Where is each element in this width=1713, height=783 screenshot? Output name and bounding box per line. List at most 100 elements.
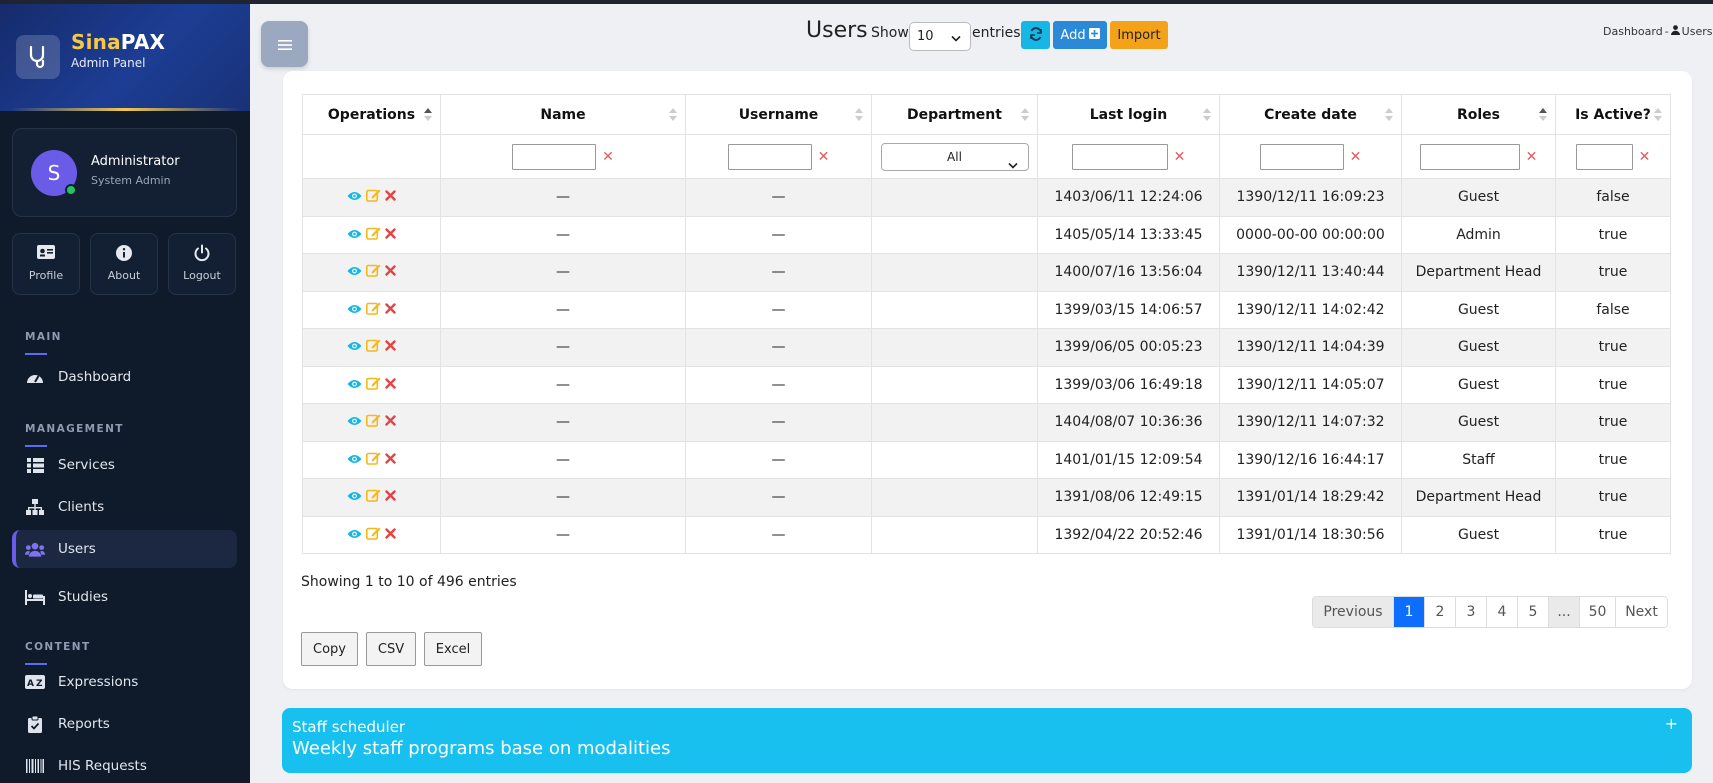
sidebar-item-reports[interactable]: Reports <box>12 705 237 743</box>
delete-icon[interactable] <box>385 189 396 205</box>
delete-icon[interactable] <box>385 227 396 243</box>
view-icon[interactable] <box>347 302 362 318</box>
table-row: — — 1399/06/05 00:05:23 1390/12/11 14:04:39… <box>302 328 1671 367</box>
view-icon[interactable] <box>347 452 362 468</box>
cell-role: Guest <box>1401 290 1556 329</box>
delete-icon[interactable] <box>385 414 396 430</box>
copy-button[interactable]: Copy <box>301 632 358 666</box>
table-row: — — 1405/05/14 13:33:45 0000-00-00 00:00:00… <box>302 215 1671 254</box>
clear-filter-icon[interactable]: ✕ <box>1350 149 1362 165</box>
sidebar-toggle-button[interactable] <box>261 21 308 67</box>
column-header-label: Department <box>907 106 1002 123</box>
sidebar-item-users[interactable]: Users <box>12 530 237 568</box>
clear-filter-icon[interactable]: ✕ <box>602 149 614 165</box>
column-header-create-date[interactable]: Create date <box>1219 94 1402 135</box>
sidebar-item-services[interactable]: Services <box>12 446 237 484</box>
edit-icon[interactable] <box>366 413 381 431</box>
pagination-page-2[interactable]: 2 <box>1424 597 1455 627</box>
table-row: — — 1392/04/22 20:52:46 1391/01/14 18:30:56… <box>302 515 1671 554</box>
sidebar-item-expressions[interactable]: AZ Expressions <box>12 663 237 701</box>
logout-button[interactable]: Logout <box>168 233 236 295</box>
department-filter-value: All <box>947 149 962 164</box>
view-icon[interactable] <box>347 339 362 355</box>
sidebar: SinaPAX Admin Panel S Administrator Syst… <box>0 4 250 783</box>
delete-icon[interactable] <box>385 264 396 280</box>
sidebar-item-studies[interactable]: Studies <box>12 578 237 616</box>
add-user-button[interactable]: Add <box>1053 21 1107 49</box>
column-header-username[interactable]: Username <box>685 94 872 135</box>
column-header-last-login[interactable]: Last login <box>1037 94 1220 135</box>
column-header-operations[interactable]: Operations <box>302 94 441 135</box>
pagination-previous[interactable]: Previous <box>1313 597 1393 627</box>
csv-button[interactable]: CSV <box>366 632 416 666</box>
edit-icon[interactable] <box>366 526 381 544</box>
brand-name[interactable]: SinaPAX <box>71 30 165 54</box>
edit-icon[interactable] <box>366 226 381 244</box>
page-length-select[interactable]: 10 <box>909 22 971 51</box>
delete-icon[interactable] <box>385 377 396 393</box>
view-icon[interactable] <box>347 264 362 280</box>
sort-icon <box>855 108 863 125</box>
breadcrumb-separator: - <box>1664 25 1669 38</box>
column-header-name[interactable]: Name <box>440 94 686 135</box>
pagination-page-1[interactable]: 1 <box>1393 597 1424 627</box>
cell-department <box>871 290 1038 329</box>
create-date-filter-input[interactable] <box>1259 143 1344 170</box>
delete-icon[interactable] <box>385 339 396 355</box>
column-header-is-active[interactable]: Is Active? <box>1555 94 1671 135</box>
cell-name: — <box>440 403 686 442</box>
last-login-filter-input[interactable] <box>1071 143 1168 170</box>
username-filter-input[interactable] <box>727 143 812 170</box>
clear-filter-icon[interactable]: ✕ <box>1526 149 1538 165</box>
delete-icon[interactable] <box>385 489 396 505</box>
edit-icon[interactable] <box>366 338 381 356</box>
refresh-button[interactable] <box>1021 21 1050 49</box>
import-button[interactable]: Import <box>1110 21 1168 49</box>
cell-last-login: 1399/03/15 14:06:57 <box>1037 290 1220 329</box>
column-header-department[interactable]: Department <box>871 94 1038 135</box>
table-row: — — 1391/08/06 12:49:15 1391/01/14 18:29:42… <box>302 478 1671 517</box>
pagination-page-5[interactable]: 5 <box>1517 597 1548 627</box>
pagination-page-last[interactable]: 50 <box>1579 597 1615 627</box>
staff-scheduler-panel[interactable]: Staff scheduler Weekly staff programs ba… <box>282 708 1692 773</box>
pagination-page-3[interactable]: 3 <box>1455 597 1486 627</box>
cell-active: true <box>1555 328 1671 367</box>
clear-filter-icon[interactable]: ✕ <box>1639 149 1651 165</box>
roles-filter-input[interactable] <box>1419 143 1520 170</box>
view-icon[interactable] <box>347 489 362 505</box>
view-icon[interactable] <box>347 414 362 430</box>
view-icon[interactable] <box>347 189 362 205</box>
sidebar-item-clients[interactable]: Clients <box>12 488 237 526</box>
view-icon[interactable] <box>347 527 362 543</box>
view-icon[interactable] <box>347 377 362 393</box>
edit-icon[interactable] <box>366 188 381 206</box>
breadcrumb-home[interactable]: Dashboard <box>1603 25 1663 38</box>
excel-button[interactable]: Excel <box>424 632 482 666</box>
table-row: — — 1399/03/06 16:49:18 1390/12/11 14:05:07… <box>302 365 1671 404</box>
section-main: MAIN <box>25 331 62 343</box>
cell-create-date: 1390/12/11 14:05:07 <box>1219 365 1402 404</box>
name-filter-input[interactable] <box>512 143 597 170</box>
stethoscope-icon[interactable] <box>16 35 60 79</box>
expand-icon[interactable]: + <box>1665 714 1678 733</box>
column-header-roles[interactable]: Roles <box>1401 94 1556 135</box>
is-active-filter-input[interactable] <box>1575 143 1633 170</box>
profile-button[interactable]: Profile <box>12 233 80 295</box>
edit-icon[interactable] <box>366 376 381 394</box>
sidebar-item-his-requests[interactable]: HIS Requests <box>12 747 237 783</box>
pagination-next[interactable]: Next <box>1615 597 1667 627</box>
department-filter-select[interactable]: All <box>880 142 1029 171</box>
clear-filter-icon[interactable]: ✕ <box>818 149 830 165</box>
pagination-page-4[interactable]: 4 <box>1486 597 1517 627</box>
edit-icon[interactable] <box>366 451 381 469</box>
view-icon[interactable] <box>347 227 362 243</box>
clear-filter-icon[interactable]: ✕ <box>1174 149 1186 165</box>
delete-icon[interactable] <box>385 452 396 468</box>
delete-icon[interactable] <box>385 527 396 543</box>
edit-icon[interactable] <box>366 301 381 319</box>
edit-icon[interactable] <box>366 263 381 281</box>
sidebar-item-dashboard[interactable]: Dashboard <box>12 358 237 396</box>
delete-icon[interactable] <box>385 302 396 318</box>
edit-icon[interactable] <box>366 488 381 506</box>
about-button[interactable]: About <box>90 233 158 295</box>
